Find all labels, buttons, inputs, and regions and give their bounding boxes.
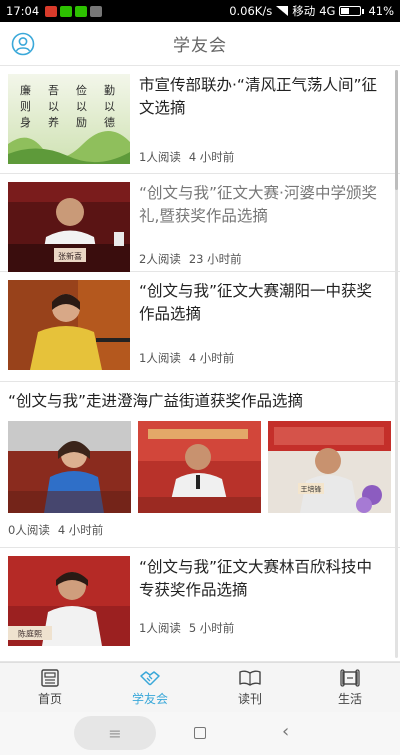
article-item[interactable]: “创文与我”走进澄海广益街道获奖作品选摘 王培锋 0人阅读 4 小时前 bbox=[0, 382, 400, 548]
tab-label: 首页 bbox=[37, 691, 62, 706]
page-title: 学友会 bbox=[173, 36, 227, 56]
article-thumbnail: 王培锋 bbox=[268, 421, 391, 513]
notification-icon bbox=[90, 5, 103, 17]
svg-text:俭: 俭 bbox=[76, 83, 87, 97]
svg-text:养: 养 bbox=[48, 115, 59, 129]
read-count: 0人阅读 bbox=[8, 523, 50, 537]
status-bar: 17:04 0.06K/s 移动 4G 41% bbox=[0, 0, 400, 22]
tab-home[interactable]: 首页 bbox=[0, 663, 100, 712]
menu-icon: ≡ bbox=[108, 723, 122, 743]
poster-char: 廉 bbox=[20, 83, 31, 97]
tab-label: 生活 bbox=[337, 691, 362, 706]
article-title: “创文与我”征文大赛林百欣科技中专获奖作品选摘 bbox=[139, 558, 373, 599]
publish-time: 4 小时前 bbox=[188, 351, 235, 365]
tab-reading[interactable]: 读刊 bbox=[200, 663, 300, 712]
app-header: 学友会 bbox=[0, 22, 400, 66]
wechat-icon-2 bbox=[75, 5, 88, 17]
tab-life[interactable]: 生活 bbox=[300, 663, 400, 712]
article-item[interactable]: 廉 则 身 吾 以 养 俭 以 励 勤 以 德 市宣传部联办·“清风正气荡人间”… bbox=[0, 66, 400, 174]
list-scrollbar[interactable] bbox=[395, 70, 398, 658]
article-meta: 1人阅读 4 小时前 bbox=[139, 350, 242, 366]
tab-label: 学友会 bbox=[131, 691, 168, 706]
article-list[interactable]: 廉 则 身 吾 以 养 俭 以 励 勤 以 德 市宣传部联办·“清风正气荡人间”… bbox=[0, 66, 400, 662]
svg-text:以: 以 bbox=[48, 100, 59, 113]
article-item[interactable]: 陈庭熙 “创文与我”征文大赛林百欣科技中专获奖作品选摘 1人阅读 5 小时前 bbox=[0, 548, 400, 662]
home-button[interactable] bbox=[194, 727, 206, 739]
article-thumbnails: 王培锋 bbox=[8, 421, 391, 513]
svg-text:吾: 吾 bbox=[48, 84, 59, 97]
svg-text:以: 以 bbox=[104, 100, 115, 113]
read-count: 1人阅读 bbox=[139, 621, 181, 635]
read-count: 1人阅读 bbox=[139, 351, 181, 365]
network-speed: 0.06K/s bbox=[229, 4, 273, 18]
article-thumbnail bbox=[8, 421, 131, 513]
carrier-name: 移动 bbox=[292, 4, 316, 18]
scroll-icon bbox=[340, 668, 360, 687]
article-thumbnail bbox=[8, 280, 130, 370]
wechat-icon bbox=[60, 5, 73, 17]
svg-text:勤: 勤 bbox=[104, 84, 115, 97]
tab-alumni[interactable]: 学友会 bbox=[100, 663, 200, 712]
name-plate: 陈庭熙 bbox=[18, 629, 42, 639]
network-type: 4G bbox=[319, 4, 336, 18]
read-count: 1人阅读 bbox=[139, 150, 181, 164]
back-button[interactable]: ‹ bbox=[282, 722, 289, 742]
article-title: “创文与我”征文大赛·河婆中学颁奖礼,暨获奖作品选摘 bbox=[139, 184, 377, 225]
article-title: “创文与我”征文大赛潮阳一中获奖作品选摘 bbox=[139, 282, 373, 323]
handshake-icon bbox=[140, 670, 160, 685]
article-meta: 0人阅读 4 小时前 bbox=[8, 522, 111, 538]
tab-label: 读刊 bbox=[237, 691, 262, 706]
article-meta: 1人阅读 4 小时前 bbox=[139, 149, 242, 165]
svg-text:则: 则 bbox=[20, 100, 31, 113]
scrollbar-thumb[interactable] bbox=[395, 70, 398, 190]
name-plate: 张新喜 bbox=[58, 251, 82, 261]
read-count: 2人阅读 bbox=[139, 252, 181, 266]
article-item[interactable]: “创文与我”征文大赛潮阳一中获奖作品选摘 1人阅读 4 小时前 bbox=[0, 272, 400, 382]
article-meta: 2人阅读 23 小时前 bbox=[139, 251, 250, 267]
publish-time: 4 小时前 bbox=[57, 523, 104, 537]
publish-time: 23 小时前 bbox=[188, 252, 242, 266]
publish-time: 5 小时前 bbox=[188, 621, 235, 635]
article-meta: 1人阅读 5 小时前 bbox=[139, 620, 242, 636]
article-thumbnail: 陈庭熙 bbox=[8, 556, 130, 646]
battery-percent: 41% bbox=[368, 4, 394, 18]
name-plate: 王培锋 bbox=[301, 485, 322, 494]
article-thumbnail: 张新喜 bbox=[8, 182, 130, 272]
back-icon: ‹ bbox=[282, 721, 290, 742]
battery-icon bbox=[339, 6, 365, 16]
system-nav-bar: ≡ ‹ bbox=[0, 712, 400, 755]
svg-text:德: 德 bbox=[104, 115, 115, 129]
svg-text:身: 身 bbox=[20, 115, 31, 129]
menu-button[interactable]: ≡ bbox=[74, 716, 156, 750]
publish-time: 4 小时前 bbox=[188, 150, 235, 164]
article-thumbnail: 廉 则 身 吾 以 养 俭 以 励 勤 以 德 bbox=[8, 74, 130, 164]
bottom-tab-bar: 首页 学友会 读刊 生活 bbox=[0, 662, 400, 712]
weibo-icon bbox=[45, 5, 58, 17]
signal-icon bbox=[276, 6, 289, 16]
article-title: “创文与我”走进澄海广益街道获奖作品选摘 bbox=[8, 392, 304, 410]
article-thumbnail bbox=[138, 421, 261, 513]
article-title: 市宣传部联办·“清风正气荡人间”征文选摘 bbox=[139, 76, 377, 117]
svg-text:励: 励 bbox=[76, 116, 87, 129]
newspaper-icon bbox=[41, 668, 59, 687]
article-item[interactable]: 张新喜 “创文与我”征文大赛·河婆中学颁奖礼,暨获奖作品选摘 2人阅读 23 小时… bbox=[0, 174, 400, 272]
status-time: 17:04 bbox=[6, 4, 40, 18]
svg-text:以: 以 bbox=[76, 100, 87, 113]
user-circle-icon[interactable] bbox=[11, 32, 35, 56]
open-book-icon bbox=[239, 670, 261, 686]
